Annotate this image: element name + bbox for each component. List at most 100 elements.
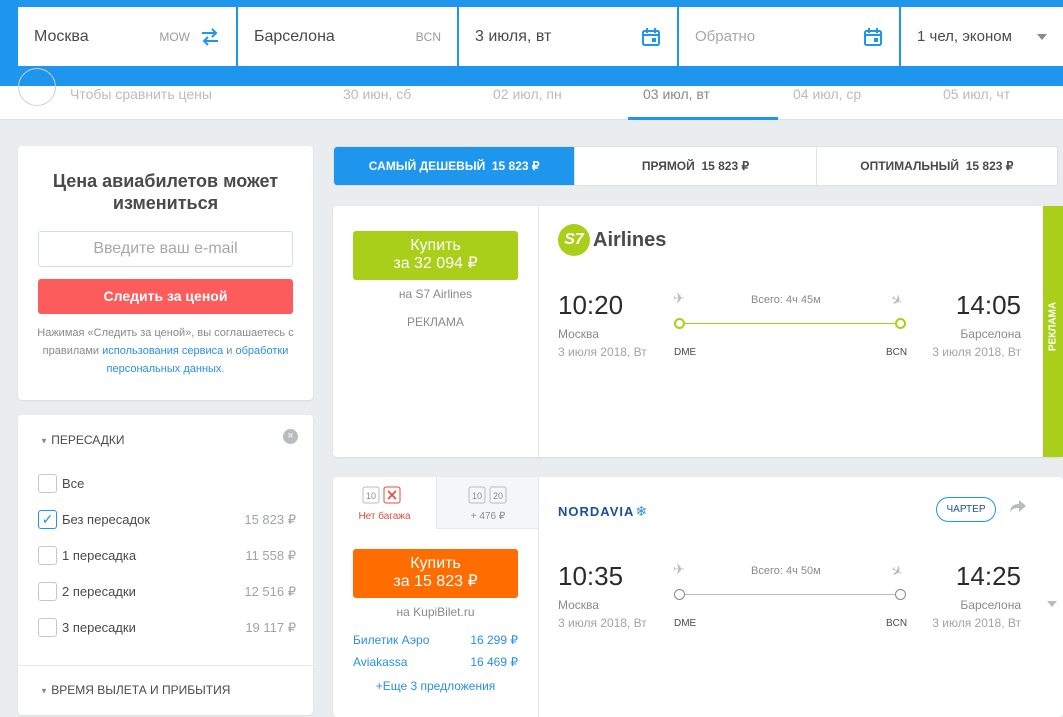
stops-option[interactable]: 3 пересадки 19 117 ₽ <box>38 618 296 638</box>
clear-filter-icon[interactable]: × <box>283 429 298 444</box>
stops-option-price: 19 117 ₽ <box>245 620 296 635</box>
tab-label: ОПТИМАЛЬНЫЙ <box>860 159 960 173</box>
extra-baggage-price: + 476 ₽ <box>470 511 506 522</box>
route-line <box>674 589 906 600</box>
stops-option-label: Все <box>62 476 85 491</box>
date-option[interactable]: 30 июн, сб <box>343 86 411 103</box>
more-offers-link[interactable]: +Еще 3 предложения <box>353 679 518 693</box>
stops-option-label: 3 пересадки <box>62 620 136 635</box>
date-option[interactable]: 05 июл, чт <box>943 86 1010 103</box>
ad-side-stripe: РЕКЛАМА <box>1043 206 1063 457</box>
stops-option-price: 12 516 ₽ <box>244 584 296 599</box>
flight-duration: Всего: 4ч 50м <box>751 565 821 577</box>
divider <box>18 665 313 666</box>
stops-filter-title: ПЕРЕСАДКИ <box>51 433 125 447</box>
stops-option-label: Без пересадок <box>62 512 151 527</box>
checkbox[interactable] <box>38 474 57 493</box>
stops-option[interactable]: 2 пересадки 12 516 ₽ <box>38 582 296 602</box>
seller-name: на KupiBilet.ru <box>396 605 475 619</box>
baggage-icon: 10 20 <box>468 486 507 504</box>
arrival-city: Барселона <box>960 598 1021 612</box>
filters-card: ▼ ПЕРЕСАДКИ × Все ✓ Без пересадок 15 823… <box>18 415 313 715</box>
price-alert-card: Цена авиабилетов может измениться Введит… <box>18 146 313 400</box>
offer-row[interactable]: Билетик Аэро 16 299 ₽ <box>353 633 518 647</box>
stops-option[interactable]: 1 пересадка 11 558 ₽ <box>38 546 296 566</box>
tab-direct[interactable]: ПРЯМОЙ 15 823 ₽ <box>574 147 815 185</box>
calendar-icon <box>642 27 660 46</box>
calendar-toggle[interactable] <box>18 68 56 106</box>
return-date-placeholder: Обратно <box>695 28 756 45</box>
airline-name: Airlines <box>593 228 667 251</box>
swap-icon[interactable] <box>200 27 220 46</box>
expand-chevron-icon[interactable] <box>1047 601 1057 607</box>
times-filter-title: ВРЕМЯ ВЫЛЕТА И ПРИБЫТИЯ <box>51 683 231 697</box>
date-option[interactable]: 04 июл, ср <box>793 86 861 103</box>
destination-code: BCN <box>415 29 441 44</box>
route-dot <box>674 318 685 329</box>
tab-price: 15 823 ₽ <box>491 159 540 173</box>
passengers-field[interactable]: 1 чел, эконом <box>901 7 1063 66</box>
buy-price: за 15 823 ₽ <box>393 573 478 590</box>
follow-price-button[interactable]: Следить за ценой <box>38 279 293 314</box>
offer-agency: Aviakassa <box>353 655 408 669</box>
times-filter-header[interactable]: ▼ ВРЕМЯ ВЫЛЕТА И ПРИБЫТИЯ <box>40 683 230 697</box>
stops-option-price: 11 558 ₽ <box>245 548 296 563</box>
triangle-down-icon: ▼ <box>40 686 48 696</box>
tab-optimal[interactable]: ОПТИМАЛЬНЫЙ 15 823 ₽ <box>815 147 1057 185</box>
departure-time: 10:35 <box>558 561 624 591</box>
no-baggage-icon: 10 <box>362 486 401 504</box>
active-date-indicator <box>628 117 778 120</box>
snowflake-icon: ❄ <box>635 503 648 519</box>
checkbox[interactable] <box>38 582 57 601</box>
departure-iata: DME <box>674 347 697 358</box>
baggage-option-extra[interactable]: 10 20 + 476 ₽ <box>436 477 538 529</box>
svg-text:10: 10 <box>472 491 482 501</box>
route-dot <box>895 589 906 600</box>
origin-field[interactable]: Москва MOW <box>18 7 236 66</box>
stops-option-label: 2 пересадки <box>62 584 136 599</box>
route-line <box>674 318 906 329</box>
arrival-iata: BCN <box>886 347 908 358</box>
stops-filter-header[interactable]: ▼ ПЕРЕСАДКИ <box>40 433 124 447</box>
divider <box>538 206 539 457</box>
landing-icon: ✈ <box>888 290 907 310</box>
stops-option[interactable]: Все <box>38 474 296 494</box>
svg-text:20: 20 <box>493 491 503 501</box>
share-icon[interactable] <box>1009 499 1027 515</box>
tab-cheapest[interactable]: САМЫЙ ДЕШЕВЫЙ 15 823 ₽ <box>334 147 575 185</box>
no-baggage-label: Нет багажа <box>358 511 411 522</box>
depart-date-field[interactable]: 3 июля, вт <box>459 7 677 66</box>
takeoff-icon: ✈ <box>673 561 685 577</box>
date-option[interactable]: 02 июл, пн <box>493 86 562 103</box>
search-bar: Москва MOW Барселона BCN 3 июля, вт Обра… <box>0 0 1063 86</box>
checkbox[interactable] <box>38 546 57 565</box>
airline-logo: S7 Airlines <box>558 224 666 256</box>
s7-logo-icon: S7 <box>558 224 590 256</box>
arrival-city: Барселона <box>960 327 1021 341</box>
takeoff-icon: ✈ <box>673 290 685 306</box>
stops-option-price: 15 823 ₽ <box>244 512 296 527</box>
tab-price: 15 823 ₽ <box>965 159 1014 173</box>
return-date-field[interactable]: Обратно <box>679 7 899 66</box>
buy-button[interactable]: Купить за 32 094 ₽ <box>353 231 518 280</box>
buy-button[interactable]: Купить за 15 823 ₽ <box>353 549 518 598</box>
route-dot <box>674 589 685 600</box>
checkbox[interactable] <box>38 618 57 637</box>
stops-option[interactable]: ✓ Без пересадок 15 823 ₽ <box>38 510 296 530</box>
offer-row[interactable]: Aviakassa 16 469 ₽ <box>353 655 518 669</box>
divider <box>538 477 539 717</box>
checkbox-checked[interactable]: ✓ <box>38 510 57 529</box>
date-option-active[interactable]: 03 июл, вт <box>643 86 710 103</box>
terms-link[interactable]: использования сервиса <box>102 345 223 357</box>
offer-price: 16 469 ₽ <box>470 655 518 669</box>
chevron-down-icon <box>1037 33 1047 40</box>
destination-field[interactable]: Барселона BCN <box>238 7 457 66</box>
arrival-iata: BCN <box>886 618 908 629</box>
baggage-option-none[interactable]: 10 Нет багажа <box>333 477 436 529</box>
email-input[interactable]: Введите ваш e-mail <box>38 231 293 267</box>
tab-price: 15 823 ₽ <box>701 159 750 173</box>
charter-badge: ЧАРТЕР <box>936 497 996 522</box>
departure-iata: DME <box>674 618 697 629</box>
calendar-icon <box>864 27 882 46</box>
buy-price: за 32 094 ₽ <box>393 255 478 272</box>
